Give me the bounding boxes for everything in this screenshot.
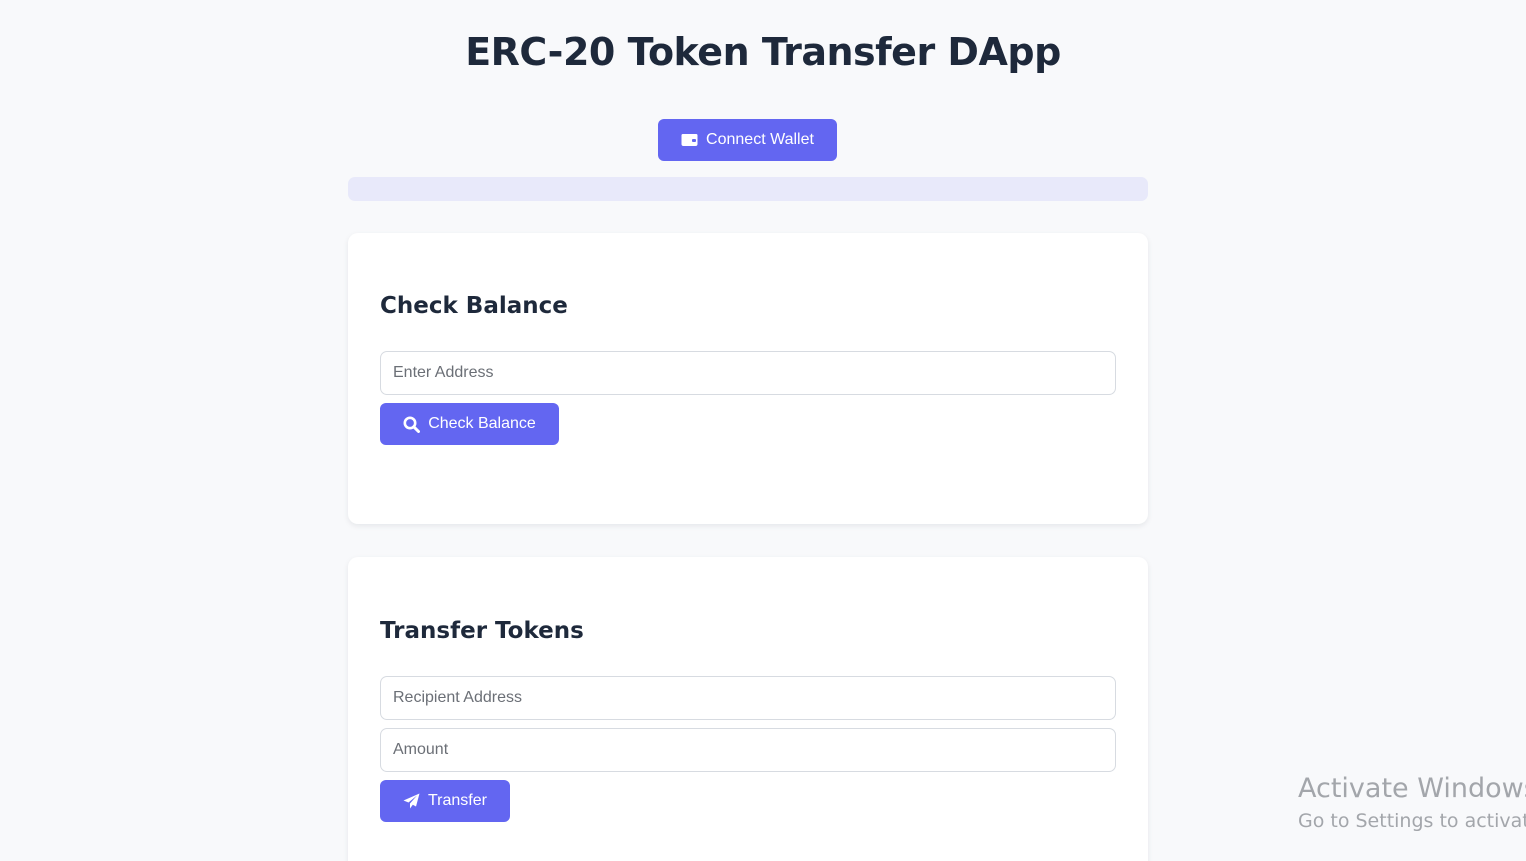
connect-wallet-button[interactable]: Connect Wallet <box>658 119 837 161</box>
page-title: ERC-20 Token Transfer DApp <box>465 30 1061 74</box>
connect-wallet-label: Connect Wallet <box>706 131 814 148</box>
paper-plane-icon <box>403 793 420 809</box>
check-balance-heading: Check Balance <box>380 293 568 319</box>
watermark-title: Activate Windows <box>1298 773 1526 804</box>
page: ERC-20 Token Transfer DApp Connect Walle… <box>0 0 1526 861</box>
check-balance-button[interactable]: Check Balance <box>380 403 559 445</box>
search-icon <box>403 416 421 433</box>
transfer-button-label: Transfer <box>428 792 487 809</box>
check-balance-button-label: Check Balance <box>428 415 536 432</box>
activate-windows-watermark: Activate Windows Go to Settings to activ… <box>1298 772 1526 834</box>
balance-address-input[interactable] <box>380 351 1116 395</box>
wallet-status-bar <box>348 177 1148 201</box>
watermark-subtitle: Go to Settings to activate Windows. <box>1298 810 1526 832</box>
transfer-tokens-heading: Transfer Tokens <box>380 618 584 644</box>
transfer-button[interactable]: Transfer <box>380 780 510 822</box>
transfer-tokens-card: Transfer Tokens Transfer <box>348 557 1148 861</box>
check-balance-card: Check Balance Check Balance <box>348 233 1148 524</box>
amount-input[interactable] <box>380 728 1116 772</box>
wallet-icon <box>681 133 698 147</box>
recipient-address-input[interactable] <box>380 676 1116 720</box>
